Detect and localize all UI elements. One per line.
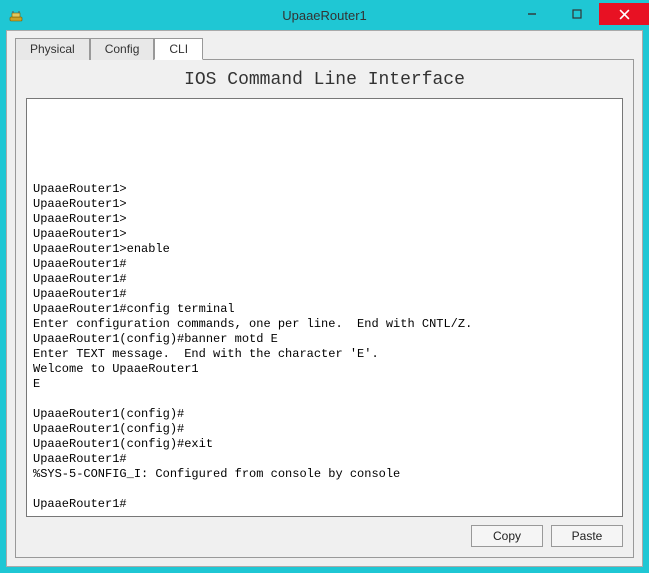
content-area: Physical Config CLI IOS Command Line Int… [6, 30, 643, 567]
maximize-button[interactable] [554, 3, 599, 25]
app-icon [8, 7, 24, 23]
tab-bar: Physical Config CLI [15, 37, 634, 59]
paste-button[interactable]: Paste [551, 525, 623, 547]
tab-physical[interactable]: Physical [15, 38, 90, 60]
copy-button[interactable]: Copy [471, 525, 543, 547]
panel-title: IOS Command Line Interface [26, 70, 623, 90]
close-icon [619, 9, 630, 20]
terminal-container [26, 98, 623, 517]
minimize-button[interactable] [509, 3, 554, 25]
tab-config[interactable]: Config [90, 38, 155, 60]
titlebar[interactable]: UpaaeRouter1 [0, 0, 649, 30]
maximize-icon [572, 9, 582, 19]
cli-panel: IOS Command Line Interface Copy Paste [15, 59, 634, 558]
window-title: UpaaeRouter1 [282, 8, 367, 23]
tab-cli[interactable]: CLI [154, 38, 203, 60]
cli-terminal[interactable] [26, 98, 623, 517]
minimize-icon [527, 9, 537, 19]
app-window: UpaaeRouter1 Physical Config CLI IOS Com… [0, 0, 649, 573]
window-controls [509, 3, 649, 27]
button-row: Copy Paste [26, 525, 623, 547]
close-button[interactable] [599, 3, 649, 25]
